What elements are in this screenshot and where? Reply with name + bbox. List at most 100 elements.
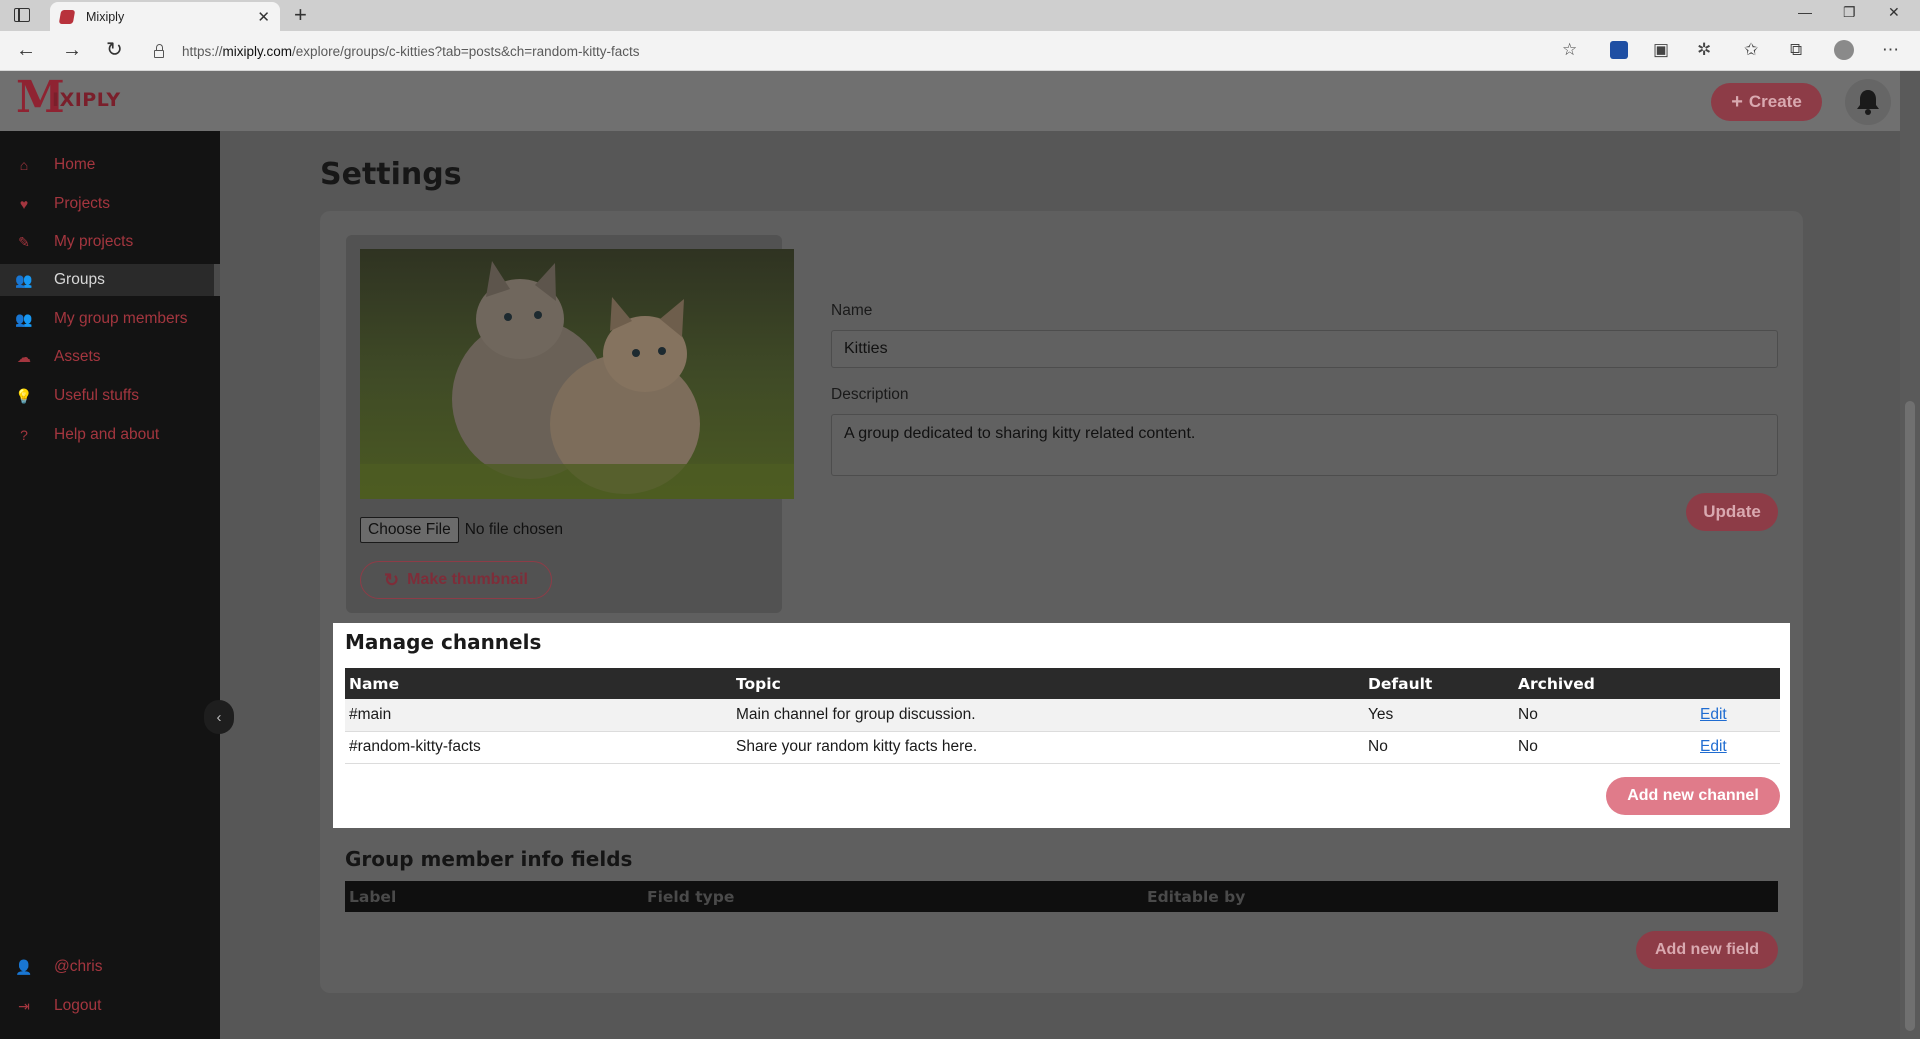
choose-file-button[interactable]: Choose File xyxy=(360,517,459,543)
member-info-header-row: Label Field type Editable by xyxy=(345,881,1778,912)
sidebar-item-groups[interactable]: 👥 Groups xyxy=(0,264,220,296)
channels-table: Name Topic Default Archived #main Main c… xyxy=(345,668,1780,764)
channel-name: #main xyxy=(345,699,732,732)
restore-icon[interactable]: ❐ xyxy=(1843,4,1856,21)
page-scrollbar[interactable] xyxy=(1900,71,1920,1039)
cloud-icon: ☁ xyxy=(17,348,31,365)
sidebar-item-useful-stuffs[interactable]: 💡 Useful stuffs xyxy=(0,380,220,412)
sidebar-item-projects[interactable]: ♥ Projects xyxy=(0,188,220,220)
tab-title: Mixiply xyxy=(86,9,125,24)
forward-icon[interactable]: → xyxy=(62,39,82,61)
add-new-field-button[interactable]: Add new field xyxy=(1636,931,1778,969)
settings-more-icon[interactable]: ⋯ xyxy=(1882,40,1899,60)
heart-icon: ♥ xyxy=(19,196,29,212)
add-favorite-icon[interactable]: ☆ xyxy=(1562,40,1577,60)
new-tab-icon[interactable]: + xyxy=(294,2,307,28)
lightbulb-icon: 💡 xyxy=(15,387,33,404)
url-domain: mixiply.com xyxy=(222,43,293,59)
favorites-icon[interactable]: ✩ xyxy=(1744,40,1758,60)
channel-topic: Main channel for group discussion. xyxy=(732,699,1364,732)
sidebar-item-user[interactable]: 👤 @chris xyxy=(0,951,220,983)
sidebar-item-home[interactable]: ⌂ Home xyxy=(0,149,220,181)
profile-avatar[interactable] xyxy=(1834,40,1854,60)
logout-icon: ⇥ xyxy=(18,997,30,1014)
mixiply-logo[interactable]: M IXIPLY xyxy=(16,75,120,121)
channel-default: No xyxy=(1364,731,1514,764)
create-label: Create xyxy=(1748,92,1802,111)
create-button[interactable]: + Create xyxy=(1711,83,1822,121)
member-info-table: Label Field type Editable by xyxy=(345,881,1778,912)
channel-action-cell: Edit xyxy=(1696,699,1780,732)
member-info-title: Group member info fields xyxy=(345,847,633,871)
sidebar-item-label: My projects xyxy=(54,233,134,250)
url-field[interactable]: https://mixiply.com/explore/groups/c-kit… xyxy=(142,36,1562,66)
description-textarea[interactable]: A group dedicated to sharing kitty relat… xyxy=(831,414,1778,476)
main-content: Settings Choose File No file chosen ↻ Ma… xyxy=(220,131,1900,1039)
url-path: /explore/groups/c-kitties?tab=posts&ch=r… xyxy=(292,43,640,59)
bell-icon xyxy=(1857,90,1879,115)
name-input[interactable]: Kitties xyxy=(831,330,1778,368)
question-icon: ? xyxy=(20,427,28,443)
page-title: Settings xyxy=(320,157,462,192)
refresh-icon[interactable]: ↻ xyxy=(106,39,123,61)
channel-topic: Share your random kitty facts here. xyxy=(732,731,1364,764)
sidebar-item-label: Groups xyxy=(54,271,105,288)
column-header-archived: Archived xyxy=(1514,668,1696,699)
lock-icon xyxy=(154,43,164,58)
edit-channel-link[interactable]: Edit xyxy=(1700,738,1727,755)
sidebar-item-label: Assets xyxy=(54,348,101,365)
add-new-channel-button[interactable]: Add new channel xyxy=(1606,777,1780,815)
users-group-icon: 👥 xyxy=(15,310,33,327)
url-prefix: https:// xyxy=(182,43,223,59)
notifications-button[interactable] xyxy=(1845,79,1891,125)
thumbnail-panel: Choose File No file chosen ↻ Make thumbn… xyxy=(346,235,794,613)
sidebar-item-label: Projects xyxy=(54,195,110,212)
bitwarden-extension-icon[interactable] xyxy=(1610,41,1628,59)
minimize-icon[interactable]: — xyxy=(1798,4,1812,20)
extensions-icon[interactable]: ✲ xyxy=(1697,40,1711,60)
plus-icon: + xyxy=(1731,90,1743,113)
sidebar-item-label: My group members xyxy=(54,310,188,327)
sidebar-logout-label: Logout xyxy=(54,997,102,1014)
app-header: M IXIPLY + Create xyxy=(0,71,1920,131)
channel-name: #random-kitty-facts xyxy=(345,731,732,764)
image-extension-icon[interactable]: ▣ xyxy=(1653,40,1669,60)
logo-text: IXIPLY xyxy=(52,89,121,111)
refresh-icon: ↻ xyxy=(384,569,400,590)
sidebar-item-my-projects[interactable]: ✎ My projects xyxy=(0,226,220,258)
back-icon[interactable]: ← xyxy=(16,39,36,61)
description-label: Description xyxy=(831,386,909,403)
sidebar-item-assets[interactable]: ☁ Assets xyxy=(0,341,220,373)
channel-default: Yes xyxy=(1364,699,1514,732)
column-header-field-type: Field type xyxy=(643,881,1143,912)
update-button[interactable]: Update xyxy=(1686,493,1778,531)
column-header-default: Default xyxy=(1364,668,1514,699)
sidebar-item-my-group-members[interactable]: 👥 My group members xyxy=(0,303,220,335)
sidebar: ⌂ Home ♥ Projects ✎ My projects 👥 Groups… xyxy=(0,131,234,1039)
table-row: #random-kitty-facts Share your random ki… xyxy=(345,731,1780,764)
name-label: Name xyxy=(831,302,873,319)
sidebar-item-logout[interactable]: ⇥ Logout xyxy=(0,990,220,1022)
group-thumbnail-image xyxy=(360,249,794,499)
column-header-label: Label xyxy=(345,881,643,912)
brush-icon: ✎ xyxy=(18,233,30,250)
column-header-name: Name xyxy=(345,668,732,699)
column-header-actions xyxy=(1696,668,1780,699)
user-icon: 👤 xyxy=(15,958,33,975)
make-thumbnail-label: Make thumbnail xyxy=(407,571,528,588)
address-bar: ← → ↻ https://mixiply.com/explore/groups… xyxy=(0,31,1920,71)
no-file-text: No file chosen xyxy=(464,521,563,538)
close-tab-icon[interactable]: ✕ xyxy=(257,8,270,26)
make-thumbnail-button[interactable]: ↻ Make thumbnail xyxy=(360,561,552,599)
column-header-topic: Topic xyxy=(732,668,1364,699)
edit-channel-link[interactable]: Edit xyxy=(1700,706,1727,723)
channel-archived: No xyxy=(1514,699,1696,732)
sidebar-item-help-and-about[interactable]: ? Help and about xyxy=(0,419,220,451)
browser-tab[interactable]: Mixiply ✕ xyxy=(50,2,280,31)
window-menu-icon[interactable] xyxy=(14,8,30,22)
collections-icon[interactable]: ⧉ xyxy=(1790,40,1802,60)
scrollbar-thumb[interactable] xyxy=(1905,401,1915,1031)
close-window-icon[interactable]: ✕ xyxy=(1888,4,1900,21)
users-icon: 👥 xyxy=(15,271,33,288)
sidebar-item-label: Useful stuffs xyxy=(54,387,140,404)
